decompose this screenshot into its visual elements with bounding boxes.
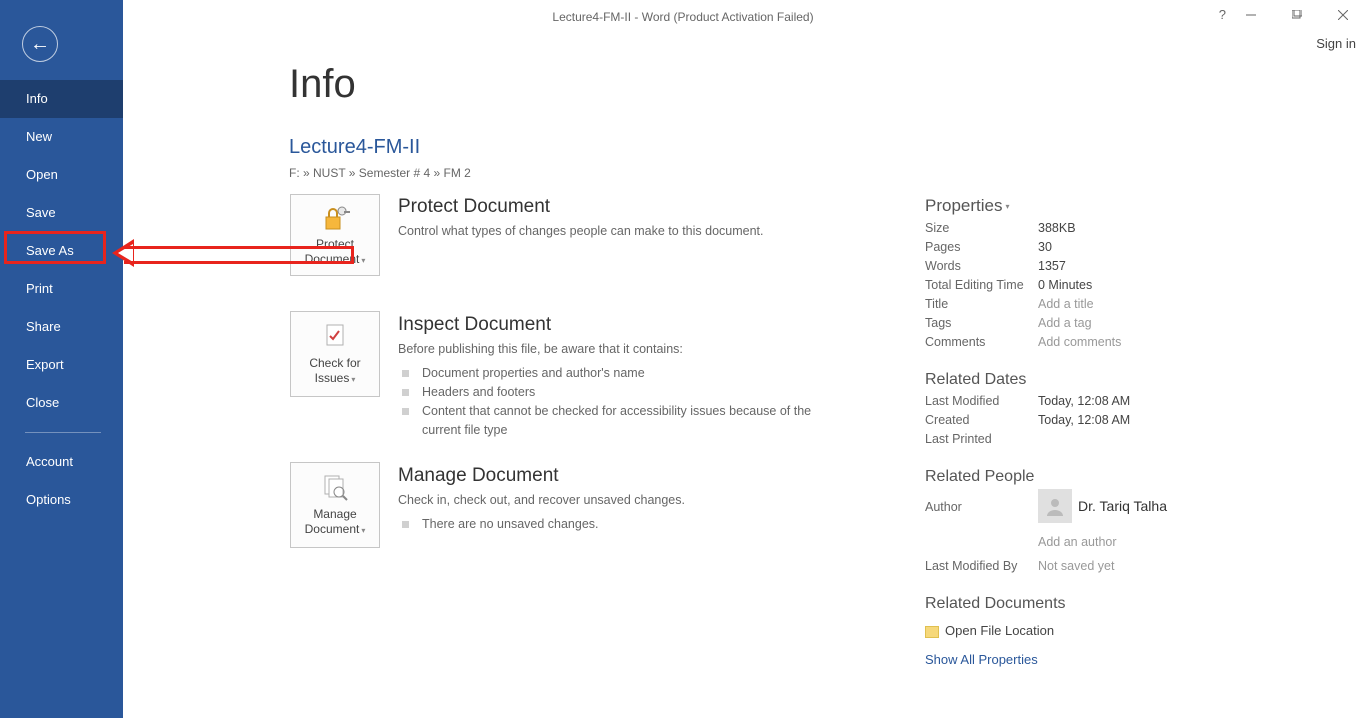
content-area: Info Lecture4-FM-II F: » NUST » Semester… [123,0,1366,718]
manage-list: There are no unsaved changes. [398,515,848,534]
prop-pages-value: 30 [1038,240,1052,254]
document-name: Lecture4-FM-II [289,136,420,159]
inspect-item: Content that cannot be checked for acces… [398,402,848,440]
inspect-list: Document properties and author's name He… [398,364,848,440]
show-all-properties-link[interactable]: Show All Properties [925,652,1325,667]
inspect-item: Document properties and author's name [398,364,848,383]
nav-divider [25,432,101,433]
inspect-title: Inspect Document [398,314,848,336]
nav-close[interactable]: Close [0,384,123,422]
prop-author-value: Dr. Tariq Talha [1078,498,1167,514]
nav-open[interactable]: Open [0,156,123,194]
nav-account[interactable]: Account [0,443,123,481]
prop-tags-value[interactable]: Add a tag [1038,316,1092,330]
document-manage-icon [321,473,349,501]
manage-title: Manage Document [398,465,848,487]
related-dates-header: Related Dates [925,371,1325,389]
nav-share[interactable]: Share [0,308,123,346]
prop-tags-label: Tags [925,316,1038,330]
nav-options[interactable]: Options [0,481,123,519]
prop-words-value: 1357 [1038,259,1066,273]
chevron-down-icon: ▾ [351,375,355,384]
prop-title-value[interactable]: Add a title [1038,297,1094,311]
page-heading: Info [289,62,356,107]
prop-modby-value: Not saved yet [1038,559,1114,573]
chevron-down-icon: ▾ [361,256,365,265]
protect-section: Protect Document Control what types of c… [398,196,878,240]
chevron-down-icon: ▾ [1005,202,1009,211]
annotation-highlight [4,231,106,264]
related-people-header: Related People [925,468,1325,486]
backstage-sidebar: ← Info New Open Save Save As Print Share… [0,0,123,718]
check-for-issues-button[interactable]: Check for Issues▾ [290,311,380,397]
protect-sub: Control what types of changes people can… [398,222,878,240]
add-author-link[interactable]: Add an author [1038,535,1167,549]
annotation-arrow-body [124,246,354,264]
properties-header[interactable]: Properties▾ [925,196,1325,216]
prop-comments-value[interactable]: Add comments [1038,335,1121,349]
prop-edit-time-value: 0 Minutes [1038,278,1092,292]
prop-words-label: Words [925,259,1038,273]
prop-modby-label: Last Modified By [925,559,1038,573]
nav-new[interactable]: New [0,118,123,156]
folder-icon [925,626,939,638]
prop-pages-label: Pages [925,240,1038,254]
prop-edit-time-label: Total Editing Time [925,278,1038,292]
document-path: F: » NUST » Semester # 4 » FM 2 [289,166,471,180]
lock-icon [320,203,350,231]
prop-created-label: Created [925,413,1038,427]
open-file-location-link[interactable]: Open File Location [925,623,1325,638]
author-row[interactable]: Dr. Tariq Talha [1038,489,1167,523]
inspect-item: Headers and footers [398,383,848,402]
back-button[interactable]: ← [22,26,58,62]
prop-size-value: 388KB [1038,221,1076,235]
chevron-down-icon: ▾ [361,526,365,535]
inspect-sub: Before publishing this file, be aware th… [398,340,848,358]
prop-last-printed-label: Last Printed [925,432,1038,446]
avatar-icon [1038,489,1072,523]
prop-size-label: Size [925,221,1038,235]
nav-print[interactable]: Print [0,270,123,308]
nav-save[interactable]: Save [0,194,123,232]
prop-last-modified-value: Today, 12:08 AM [1038,394,1130,408]
manage-document-button[interactable]: Manage Document▾ [290,462,380,548]
nav-info[interactable]: Info [0,80,123,118]
document-check-icon [321,322,349,350]
prop-title-label: Title [925,297,1038,311]
prop-comments-label: Comments [925,335,1038,349]
nav-export[interactable]: Export [0,346,123,384]
prop-created-value: Today, 12:08 AM [1038,413,1130,427]
prop-last-modified-label: Last Modified [925,394,1038,408]
protect-title: Protect Document [398,196,878,218]
arrow-left-icon: ← [30,33,50,56]
manage-status: There are no unsaved changes. [398,515,848,534]
related-documents-header: Related Documents [925,595,1325,613]
manage-section: Manage Document Check in, check out, and… [398,465,848,534]
manage-sub: Check in, check out, and recover unsaved… [398,491,848,509]
prop-author-label: Author [925,491,1038,514]
inspect-section: Inspect Document Before publishing this … [398,314,848,440]
properties-panel: Properties▾ Size388KB Pages30 Words1357 … [925,196,1325,667]
manage-btn-label: Manage Document [305,507,360,536]
nav: Info New Open Save Save As Print Share E… [0,80,123,519]
